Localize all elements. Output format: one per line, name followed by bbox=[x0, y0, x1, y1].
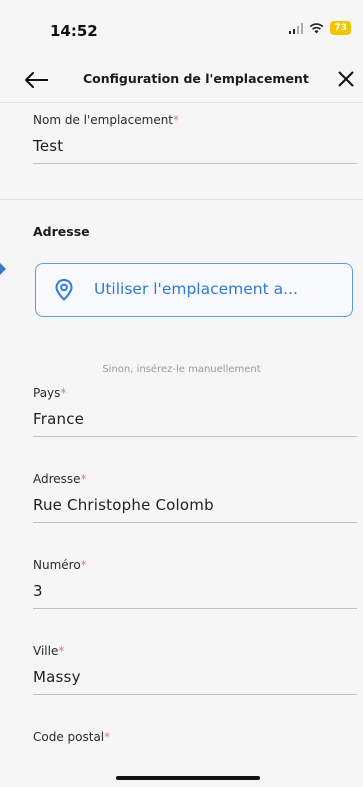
status-time: 14:52 bbox=[50, 22, 98, 40]
side-pointer-icon bbox=[0, 263, 6, 275]
wifi-icon bbox=[309, 22, 324, 34]
close-button[interactable] bbox=[333, 65, 359, 93]
number-field[interactable]: Numéro* 3 bbox=[33, 558, 357, 609]
form-content: Nom de l'emplacement* Test Adresse Utili… bbox=[0, 103, 363, 787]
underline bbox=[33, 436, 357, 437]
use-location-button[interactable]: Utiliser l'emplacement a... bbox=[35, 263, 353, 317]
section-divider bbox=[0, 199, 363, 200]
close-icon bbox=[338, 71, 354, 87]
country-field[interactable]: Pays* France bbox=[33, 386, 357, 437]
address-label: Adresse* bbox=[33, 472, 87, 486]
back-button[interactable] bbox=[22, 66, 52, 94]
status-bar: 14:52 73 bbox=[0, 0, 363, 58]
location-pin-icon bbox=[55, 278, 73, 305]
status-icons: 73 bbox=[289, 21, 351, 35]
postal-code-label: Code postal* bbox=[33, 730, 111, 744]
location-name-label: Nom de l'emplacement* bbox=[33, 113, 180, 127]
address-field[interactable]: Adresse* Rue Christophe Colomb bbox=[33, 472, 357, 523]
battery-indicator: 73 bbox=[330, 21, 351, 35]
page-title: Configuration de l'emplacement bbox=[83, 71, 309, 86]
city-field[interactable]: Ville* Massy bbox=[33, 644, 357, 695]
underline bbox=[33, 522, 357, 523]
number-input[interactable]: 3 bbox=[33, 582, 357, 600]
underline bbox=[33, 694, 357, 695]
postal-code-field[interactable]: Code postal* bbox=[33, 730, 357, 754]
number-label: Numéro* bbox=[33, 558, 87, 572]
city-input[interactable]: Massy bbox=[33, 668, 357, 686]
underline bbox=[33, 163, 357, 164]
back-arrow-icon bbox=[25, 72, 48, 88]
address-input[interactable]: Rue Christophe Colomb bbox=[33, 496, 357, 514]
country-label: Pays* bbox=[33, 386, 67, 400]
underline bbox=[33, 608, 357, 609]
city-label: Ville* bbox=[33, 644, 65, 658]
country-input[interactable]: France bbox=[33, 410, 357, 428]
use-location-label: Utiliser l'emplacement a... bbox=[94, 280, 298, 298]
location-name-field[interactable]: Nom de l'emplacement* Test bbox=[33, 113, 357, 164]
location-name-input[interactable]: Test bbox=[33, 137, 357, 155]
manual-entry-hint: Sinon, insérez-le manuellement bbox=[102, 364, 261, 375]
address-section-title: Adresse bbox=[33, 224, 90, 239]
nav-bar: Configuration de l'emplacement bbox=[0, 58, 363, 103]
home-indicator[interactable] bbox=[116, 776, 260, 780]
signal-icon bbox=[289, 22, 304, 34]
